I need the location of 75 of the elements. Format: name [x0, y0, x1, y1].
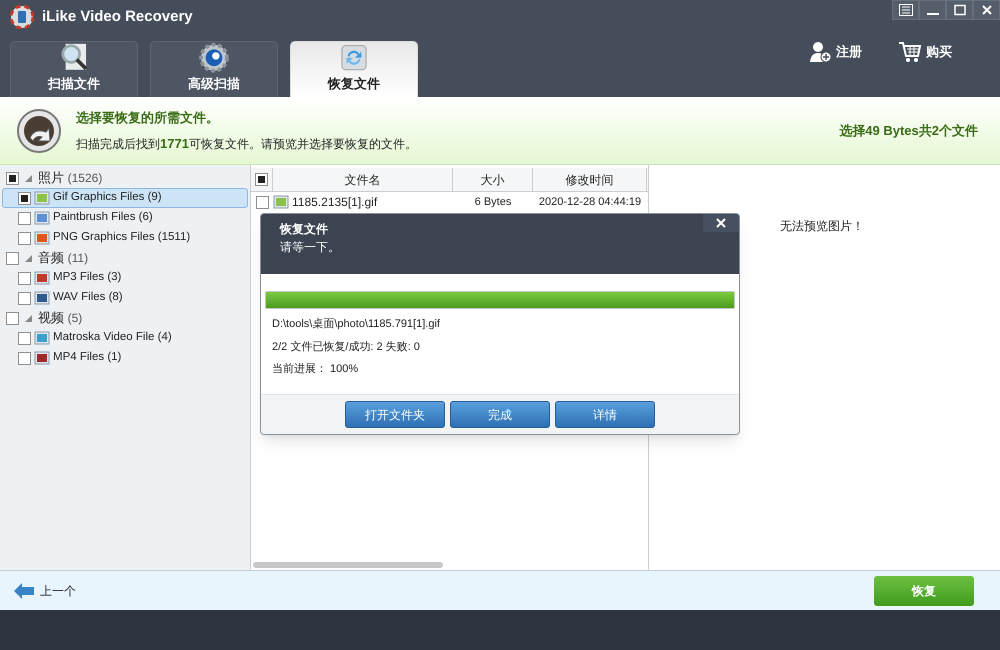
- app-logo-icon: [10, 5, 34, 29]
- tab[interactable]: 高级扫描: [150, 41, 278, 97]
- checkbox[interactable]: [6, 252, 19, 264]
- banner-message: 扫描完成后找到1771可恢复文件。请预览并选择要恢复的文件。: [76, 134, 418, 152]
- cart-icon: [898, 41, 922, 63]
- tree-item[interactable]: MP3 Files (3): [2, 268, 248, 288]
- expand-triangle-icon[interactable]: [25, 254, 32, 262]
- tab[interactable]: 恢复文件: [290, 41, 418, 97]
- file-type-icon: [34, 350, 50, 366]
- window-control-button[interactable]: [892, 0, 919, 20]
- status-line: D:\tools\桌面\photo\1185.791[1].gif: [272, 316, 441, 332]
- checkbox[interactable]: [256, 196, 268, 208]
- dialog-title: 恢复文件: [280, 221, 329, 238]
- file-type-icon: [34, 210, 50, 226]
- dialog-subtitle: 请等一下。: [280, 239, 340, 256]
- column-header[interactable]: 文件名: [273, 168, 453, 191]
- dialog-button[interactable]: 完成: [450, 401, 550, 428]
- tree-category[interactable]: 照片 (1526): [0, 168, 250, 188]
- checkbox[interactable]: [6, 172, 19, 184]
- selection-summary: 选择49 Bytes共2个文件: [839, 122, 979, 140]
- window-control-button[interactable]: [946, 0, 973, 20]
- tree-item[interactable]: MP4 Files (1): [2, 348, 248, 368]
- file-name-cell-text: 1185.2135[1].gif: [292, 194, 378, 211]
- checkbox[interactable]: [255, 173, 268, 186]
- add-user-icon: [810, 41, 832, 63]
- checkbox[interactable]: [18, 332, 31, 344]
- scrollbar-thumb[interactable]: [253, 562, 443, 568]
- dialog-button[interactable]: 详情: [555, 401, 655, 428]
- window-title: iLike Video Recovery: [42, 6, 193, 27]
- tree-category[interactable]: 视频 (5): [0, 308, 250, 328]
- tree-item[interactable]: WAV Files (8): [2, 288, 248, 308]
- banner-title: 选择要恢复的所需文件。: [76, 109, 220, 127]
- back-arrow-icon: [14, 582, 34, 598]
- header-link-button[interactable]: 注册: [810, 41, 862, 63]
- checkbox[interactable]: [6, 312, 19, 324]
- close-icon: [716, 218, 726, 228]
- tree-item[interactable]: Matroska Video File (4): [2, 328, 248, 348]
- tree-category[interactable]: 音频 (11): [0, 248, 250, 268]
- file-type-icon: [273, 194, 289, 210]
- back-button[interactable]: 上一个: [14, 582, 76, 600]
- file-type-icon: [34, 270, 50, 286]
- gear-icon: [197, 42, 231, 74]
- menu-icon: [898, 4, 912, 16]
- recover-disc-icon: [16, 108, 62, 154]
- tree-item[interactable]: PNG Graphics Files (1511): [2, 228, 248, 248]
- tree-item[interactable]: Gif Graphics Files (9): [2, 188, 248, 208]
- window-control-button[interactable]: [919, 0, 946, 20]
- header-link-button[interactable]: 购买: [898, 41, 952, 63]
- checkbox[interactable]: [18, 232, 31, 244]
- dialog-close-button[interactable]: [703, 214, 739, 232]
- status-line: 2/2 文件已恢复/成功: 2 失败: 0: [272, 340, 421, 354]
- modified-time-cell-text: 2020-12-28 04:44:19: [538, 194, 642, 210]
- column-header[interactable]: 修改时间: [533, 168, 647, 191]
- tab[interactable]: 扫描文件: [10, 41, 138, 97]
- file-size-cell-text: 6 Bytes: [474, 194, 512, 210]
- file-type-icon: [34, 290, 50, 306]
- column-header[interactable]: 大小: [453, 168, 533, 191]
- dialog-button[interactable]: 打开文件夹: [345, 401, 445, 428]
- checkbox[interactable]: [18, 212, 31, 224]
- checkbox[interactable]: [18, 292, 31, 304]
- file-type-icon: [34, 230, 50, 246]
- checkbox[interactable]: [18, 192, 31, 204]
- checkbox[interactable]: [18, 272, 31, 284]
- checkbox[interactable]: [18, 352, 31, 364]
- expand-triangle-icon[interactable]: [25, 314, 32, 322]
- minimize-icon: [926, 13, 938, 15]
- status-line: 当前进展： 100%: [272, 362, 360, 377]
- preview-message: 无法预览图片！: [780, 219, 864, 233]
- tree-item[interactable]: Paintbrush Files (6): [2, 208, 248, 228]
- file-type-icon: [34, 190, 50, 206]
- file-type-icon: [34, 330, 50, 346]
- close-icon: [980, 4, 992, 16]
- window-control-button[interactable]: [973, 0, 1000, 20]
- maximize-icon: [954, 4, 966, 16]
- expand-triangle-icon[interactable]: [25, 174, 32, 182]
